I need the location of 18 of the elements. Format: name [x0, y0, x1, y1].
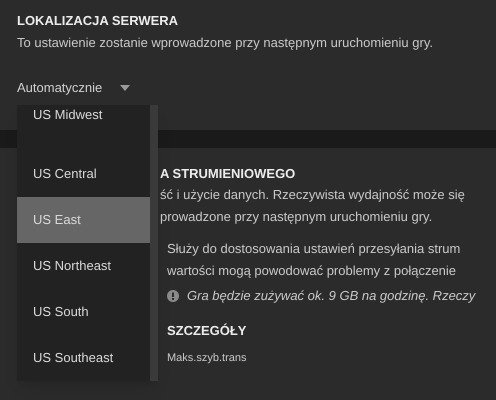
- hint-text: wartości mogą powodować problemy z połączenie: [167, 262, 458, 280]
- dropdown-option[interactable]: US East: [17, 197, 150, 243]
- section-title: A STRUMIENIOWEGO: [160, 165, 296, 183]
- dropdown-option[interactable]: US Southeast: [17, 335, 150, 381]
- notice-text: Gra będzie zużywać ok. 9 GB na godzinę. Rzeczy: [187, 287, 476, 306]
- section-title: SZCZEGÓŁY: [167, 322, 248, 340]
- hint-text: Służy do dostosowania ustawień przesyłania strum: [167, 240, 462, 258]
- warning-icon: [167, 290, 179, 302]
- details-label: Maks.szyb.trans: [167, 351, 248, 366]
- section-description: prowadzone przy następnym uruchomieniu gry.: [160, 208, 434, 226]
- dropdown-option[interactable]: US Midwest: [17, 105, 150, 151]
- dropdown-option[interactable]: US Central: [17, 151, 150, 197]
- dropdown-option[interactable]: US South: [17, 289, 150, 335]
- section-description: To ustawienie zostanie wprowadzone przy następnym uruchomieniu gry.: [17, 34, 434, 52]
- section-description: ść i użycie danych. Rzeczywista wydajność może się: [160, 186, 466, 204]
- dropdown-option[interactable]: US Northeast: [17, 243, 150, 289]
- section-title: LOKALIZACJA SERWERA: [17, 12, 180, 30]
- server-dropdown[interactable]: Automatycznie: [17, 76, 130, 100]
